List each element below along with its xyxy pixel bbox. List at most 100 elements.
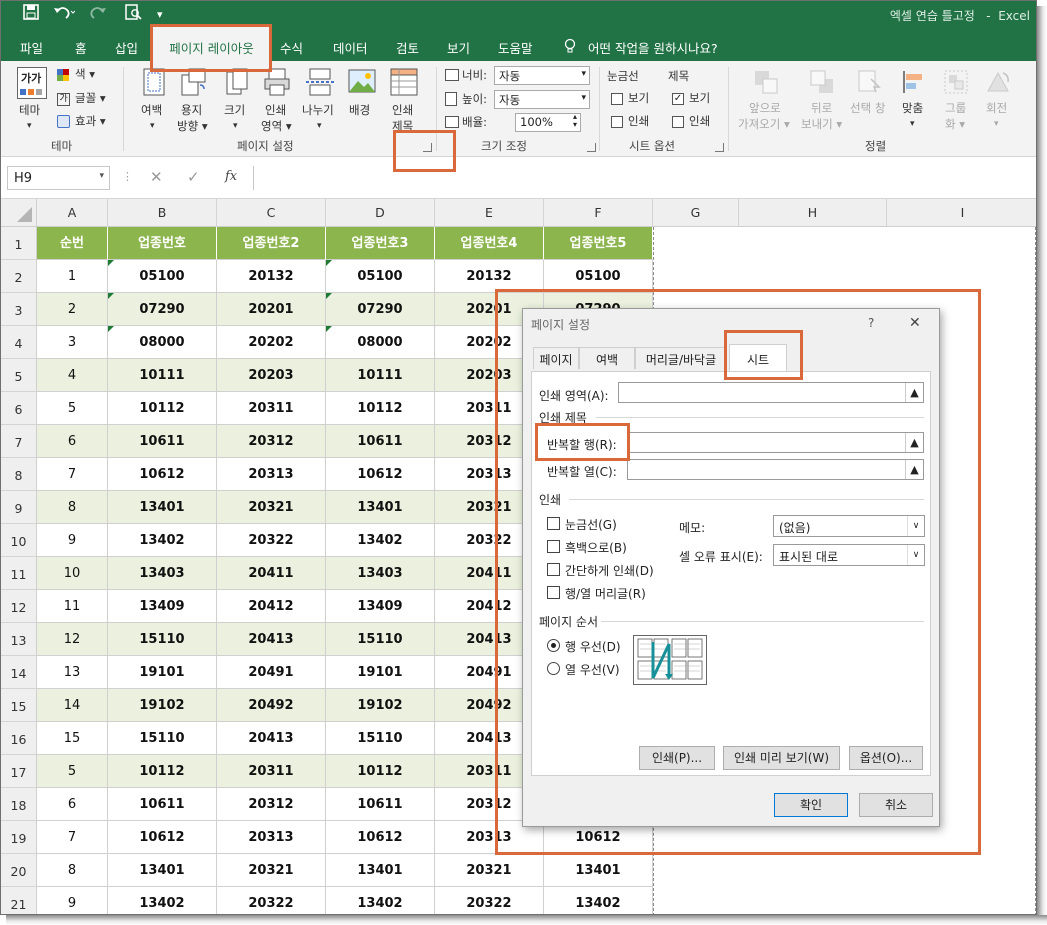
print-preview-icon[interactable]	[125, 4, 143, 24]
table-cell[interactable]: 11	[37, 590, 108, 623]
table-cell[interactable]: 05100	[108, 260, 217, 293]
tab-file[interactable]: 파일	[20, 38, 43, 57]
table-cell[interactable]: 20202	[217, 326, 326, 359]
fonts-button[interactable]: 글꼴 ▾	[75, 91, 106, 106]
tab-view[interactable]: 보기	[447, 38, 470, 57]
tab-review[interactable]: 검토	[396, 38, 419, 57]
save-icon[interactable]	[23, 4, 39, 24]
draft-quality-checkbox[interactable]	[547, 563, 560, 576]
table-cell[interactable]: 8	[37, 491, 108, 524]
table-cell[interactable]: 15	[37, 722, 108, 755]
table-cell[interactable]: 13409	[326, 590, 435, 623]
dialog-tab-margins[interactable]: 여백	[579, 347, 635, 369]
down-then-over-radio[interactable]	[547, 639, 560, 652]
scale-spinner[interactable]: 100% ▴ ▾	[515, 113, 581, 132]
table-cell[interactable]: 15110	[326, 722, 435, 755]
table-cell[interactable]: 9	[37, 524, 108, 557]
table-cell[interactable]: 10112	[108, 392, 217, 425]
background-button[interactable]: 배경	[349, 103, 370, 118]
table-header-cell[interactable]: 업종번호5	[544, 227, 653, 260]
send-backward-button[interactable]: 보내기 ▾	[801, 117, 842, 132]
column-header-d[interactable]: D	[326, 199, 435, 227]
row-header[interactable]: 14	[1, 656, 37, 689]
table-cell[interactable]: 13403	[326, 557, 435, 590]
table-cell[interactable]: 10612	[326, 821, 435, 854]
rows-to-repeat-input[interactable]: ▲	[627, 432, 924, 453]
sheet-options-launcher-icon[interactable]	[715, 143, 724, 152]
colors-button[interactable]: 색 ▾	[75, 67, 95, 82]
column-header-a[interactable]: A	[37, 199, 108, 227]
table-cell[interactable]: 20312	[217, 788, 326, 821]
table-cell[interactable]: 20491	[217, 656, 326, 689]
table-cell[interactable]: 13402	[544, 887, 653, 914]
table-cell[interactable]: 20132	[217, 260, 326, 293]
table-cell[interactable]: 08000	[326, 326, 435, 359]
table-cell[interactable]: 10611	[326, 788, 435, 821]
table-cell[interactable]: 10611	[108, 425, 217, 458]
cols-to-repeat-input[interactable]: ▲	[627, 459, 924, 480]
column-header-f[interactable]: F	[544, 199, 653, 227]
row-header[interactable]: 2	[1, 260, 37, 293]
row-header[interactable]: 6	[1, 392, 37, 425]
tab-insert[interactable]: 삽입	[115, 38, 138, 57]
row-header[interactable]: 4	[1, 326, 37, 359]
over-then-down-radio[interactable]	[547, 662, 560, 675]
table-cell[interactable]: 08000	[108, 326, 217, 359]
table-cell[interactable]: 10612	[108, 821, 217, 854]
table-cell[interactable]: 15110	[108, 722, 217, 755]
table-header-cell[interactable]: 업종번호3	[326, 227, 435, 260]
align-button[interactable]: 맞춤	[902, 101, 923, 116]
formula-input[interactable]	[253, 166, 1036, 190]
table-cell[interactable]: 10111	[108, 359, 217, 392]
table-cell[interactable]: 13403	[108, 557, 217, 590]
group-button[interactable]: 화 ▾	[945, 117, 965, 132]
table-cell[interactable]: 7	[37, 821, 108, 854]
bring-forward-label-1[interactable]: 앞으로	[749, 101, 781, 116]
scale-launcher-icon[interactable]	[587, 143, 596, 152]
row-col-headings-checkbox[interactable]	[547, 586, 560, 599]
group-label-1[interactable]: 그룹	[945, 101, 966, 116]
tab-formulas[interactable]: 수식	[280, 38, 303, 57]
row-header[interactable]: 1	[1, 227, 37, 260]
table-cell[interactable]: 6	[37, 788, 108, 821]
row-header[interactable]: 10	[1, 524, 37, 557]
selection-pane-button[interactable]: 선택 창	[850, 101, 885, 116]
collapse-dialog-icon[interactable]: ▲	[905, 460, 923, 479]
table-cell[interactable]: 13	[37, 656, 108, 689]
tell-me-search[interactable]: 어떤 작업을 원하시나요?	[588, 38, 718, 57]
table-cell[interactable]: 20321	[217, 491, 326, 524]
table-cell[interactable]: 20412	[217, 590, 326, 623]
dialog-tab-header-footer[interactable]: 머리글/바닥글	[635, 347, 727, 369]
select-all-corner[interactable]	[1, 199, 37, 227]
table-cell[interactable]: 20201	[217, 293, 326, 326]
orientation-label-1[interactable]: 용지	[181, 103, 202, 118]
table-cell[interactable]: 10112	[326, 392, 435, 425]
collapse-dialog-icon[interactable]: ▲	[905, 383, 923, 402]
theme-button[interactable]: 테마	[19, 103, 40, 118]
cell-errors-select[interactable]: 표시된 대로 ∨	[773, 544, 925, 566]
print-area-button[interactable]: 영역 ▾	[261, 119, 292, 134]
table-cell[interactable]: 13401	[108, 854, 217, 887]
cancel-button[interactable]: 취소	[859, 793, 933, 817]
table-cell[interactable]: 19102	[326, 689, 435, 722]
table-cell[interactable]: 20322	[217, 887, 326, 914]
enter-icon[interactable]: ✓	[187, 168, 200, 186]
table-cell[interactable]: 10611	[108, 788, 217, 821]
table-cell[interactable]: 15110	[108, 623, 217, 656]
column-header-e[interactable]: E	[435, 199, 544, 227]
comments-select[interactable]: (없음) ∨	[773, 515, 925, 537]
table-header-cell[interactable]: 업종번호	[108, 227, 217, 260]
theme-icon[interactable]: 가가	[17, 67, 47, 99]
column-header-h[interactable]: H	[739, 199, 887, 227]
row-header[interactable]: 18	[1, 788, 37, 821]
print-titles-label-1[interactable]: 인쇄	[392, 103, 413, 118]
options-button[interactable]: 옵션(O)...	[849, 746, 923, 770]
table-cell[interactable]: 20321	[435, 854, 544, 887]
table-cell[interactable]: 13401	[108, 491, 217, 524]
table-cell[interactable]: 9	[37, 887, 108, 914]
headings-print-checkbox[interactable]	[672, 116, 684, 128]
table-cell[interactable]: 20413	[217, 623, 326, 656]
row-header[interactable]: 5	[1, 359, 37, 392]
column-header-b[interactable]: B	[108, 199, 217, 227]
table-cell[interactable]: 10111	[326, 359, 435, 392]
